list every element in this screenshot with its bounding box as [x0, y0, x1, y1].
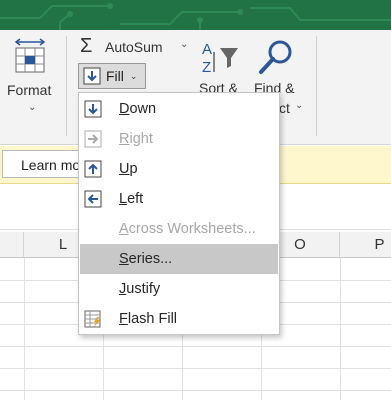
fill-down-icon	[84, 100, 102, 118]
svg-text:A: A	[202, 41, 212, 58]
select-text-fragment: ct	[279, 100, 290, 116]
menu-item-label: Across Worksheets...	[119, 221, 256, 237]
circuit-pattern-decoration	[0, 3, 391, 30]
sort-filter-icon: A Z	[202, 41, 238, 76]
menu-item-left[interactable]: Left	[80, 184, 278, 214]
find-select-icon	[259, 40, 292, 74]
menu-item-label: Down	[119, 101, 157, 117]
menu-item-label: Flash Fill	[119, 311, 178, 327]
group-divider	[66, 36, 67, 136]
autosum-button[interactable]: Σ AutoSum ⌄	[80, 35, 192, 59]
menu-item-label: Left	[119, 191, 144, 207]
flash-fill-icon	[84, 310, 101, 328]
menu-item-label: Justify	[119, 281, 161, 297]
menu-item-flash-fill[interactable]: Flash Fill	[80, 304, 278, 334]
sigma-icon: Σ	[80, 35, 93, 57]
svg-text:Z: Z	[202, 59, 211, 76]
chevron-down-icon: ⌄	[295, 100, 304, 111]
fill-right-icon	[84, 130, 102, 148]
title-bar	[0, 0, 391, 30]
chevron-down-icon: ⌄	[180, 39, 189, 50]
menu-item-series[interactable]: Series...	[80, 244, 278, 274]
column-header-p[interactable]: P	[340, 232, 391, 258]
group-divider	[316, 36, 317, 136]
chevron-down-icon: ⌄	[28, 102, 37, 113]
menu-item-justify[interactable]: Justify	[80, 274, 278, 304]
chevron-down-icon: ⌄	[129, 70, 138, 81]
fill-button[interactable]: Fill ⌄	[78, 63, 146, 89]
menu-item-down[interactable]: Down	[80, 94, 278, 124]
fill-dropdown-menu: Down Right Up Left Across Worksheets... …	[78, 92, 280, 335]
format-cells-icon	[14, 38, 46, 73]
fill-down-icon	[83, 67, 101, 85]
format-button-label[interactable]: Format	[7, 82, 51, 98]
column-header-partial	[0, 232, 24, 258]
menu-item-label: Right	[119, 131, 153, 147]
fill-up-icon	[84, 160, 102, 178]
menu-item-right[interactable]: Right	[80, 124, 278, 154]
autosum-label: AutoSum	[105, 39, 163, 55]
menu-item-up[interactable]: Up	[80, 154, 278, 184]
menu-item-across-worksheets[interactable]: Across Worksheets...	[80, 214, 278, 244]
menu-item-label: Up	[119, 161, 138, 177]
fill-left-icon	[84, 190, 102, 208]
menu-item-label: Series...	[119, 251, 173, 267]
fill-label: Fill	[106, 68, 124, 84]
